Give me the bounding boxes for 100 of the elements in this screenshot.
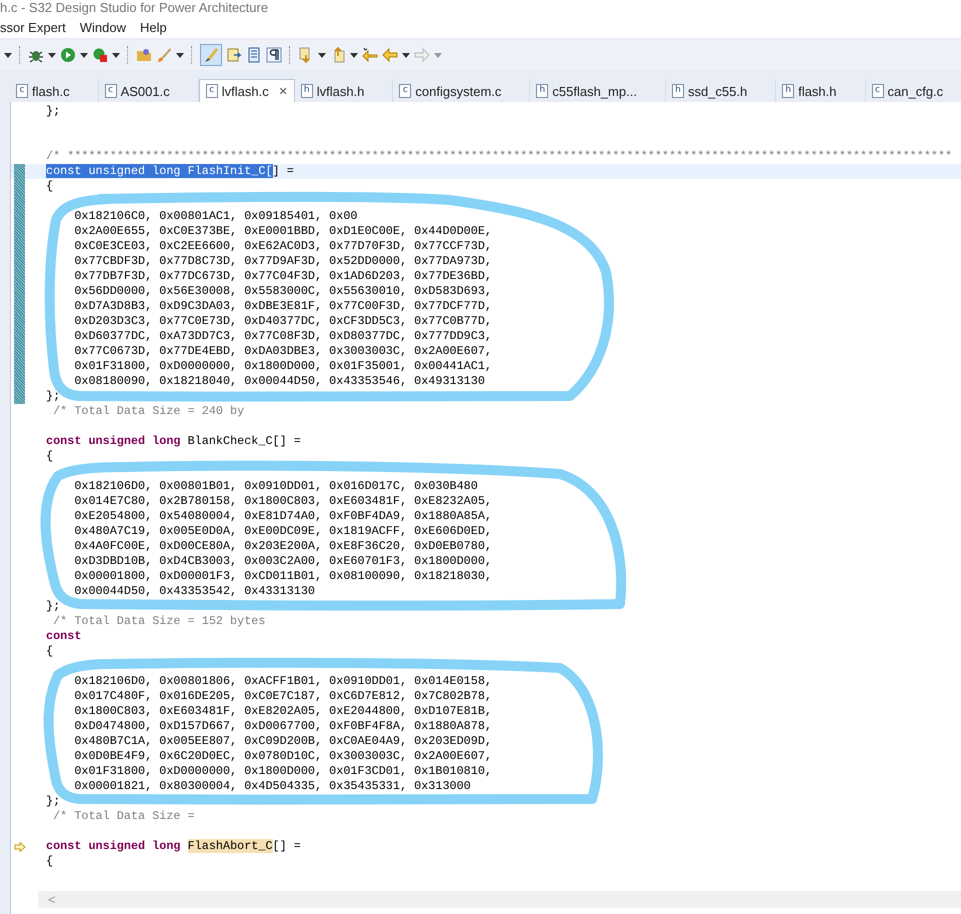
tab-label: c55flash_mp... [552, 84, 637, 98]
caret-icon[interactable] [4, 52, 12, 58]
folder-icon[interactable] [136, 47, 152, 63]
code-text: [] = [272, 839, 301, 853]
caret-icon[interactable] [112, 52, 120, 58]
paragraph-icon[interactable] [266, 47, 282, 63]
editor-tab[interactable]: c lvflash.c ✕ [198, 79, 295, 102]
file-icon: c [399, 84, 412, 98]
code-text: 0xE2054800, 0x54080004, 0xE81D74A0, 0xF0BF4DA9, 0x1880A85A, [73, 509, 492, 523]
caret-icon[interactable] [318, 52, 326, 58]
code-text: 0x01F31800, 0xD0000000, 0x1800D000, 0x01F35001, 0x00441AC1, [73, 359, 492, 373]
tab-label: AS001.c [120, 84, 170, 98]
code-text: { [46, 449, 54, 463]
range-indicator [14, 344, 25, 359]
range-indicator [14, 239, 25, 254]
range-indicator [14, 224, 25, 239]
range-indicator [14, 179, 25, 194]
code-text: 0x182106D0, 0x00801B01, 0x0910DD01, 0x016D017C, 0x030B480 [73, 479, 478, 493]
file-icon: h [672, 84, 684, 98]
range-indicator [14, 194, 25, 209]
code-text: 0x017C480F, 0x016DE205, 0xC0E7C187, 0xC6D7E812, 0x7C802B78, [73, 689, 492, 703]
arrow-icon [14, 842, 26, 852]
keyword-text: const unsigned long [46, 839, 182, 853]
code-text: 0x77DB7F3D, 0x77DC673D, 0x77C04F3D, 0x1AD6D203, 0x77DE36BD, [73, 269, 492, 283]
tab-label: flash.c [32, 84, 70, 98]
caret-icon[interactable] [48, 52, 56, 58]
menu-item[interactable]: Window [80, 20, 126, 34]
code-text: 0xD0474800, 0xD157D667, 0xD0067700, 0xF0BF4F8A, 0x1880A878, [73, 719, 492, 733]
code-text: 0xC0E3CE03, 0xC2EE6600, 0xE62AC0D3, 0x77D70F3D, 0x77CCF73D, [73, 239, 492, 253]
menu-item[interactable]: Help [140, 20, 167, 34]
file-icon: h [536, 84, 548, 98]
code-text: { [46, 644, 54, 658]
range-indicator [14, 374, 25, 389]
file-icon: c [104, 84, 117, 98]
document-icon[interactable] [246, 47, 262, 63]
code-text: 0x2A00E655, 0xC0E373BE, 0xE0001BBD, 0xD1E0C00E, 0x44D0D00E, [73, 224, 492, 238]
range-indicator [14, 389, 25, 404]
code-text: 0x56DD0000, 0x56E30008, 0x5583000C, 0x55630010, 0xD583D693, [73, 284, 492, 298]
keyword-text: const unsigned long [46, 434, 181, 448]
code-text: 0x4A0FC00E, 0xD00CE80A, 0x203E200A, 0xE8F36C20, 0xD0EB0780, [73, 539, 492, 553]
caret-icon[interactable] [80, 52, 88, 58]
code-text: ] = [272, 164, 294, 178]
code-text: 0x08180090, 0x18218040, 0x00044D50, 0x43353546, 0x49313130 [73, 374, 485, 388]
document-icon[interactable] [226, 47, 242, 63]
tab-label: configsystem.c [415, 84, 502, 98]
file-icon: c [872, 84, 884, 98]
code-text: 0xD3DBD10B, 0xD4CB3003, 0x003C2A00, 0xE60701F3, 0x1800D000, [73, 554, 492, 568]
range-indicator [14, 254, 25, 269]
run-icon[interactable] [60, 47, 76, 63]
code-text: }; [46, 599, 60, 613]
code-text: 0x00001821, 0x80300004, 0x4D504335, 0x35435331, 0x313000 [73, 779, 471, 793]
range-indicator [14, 299, 25, 314]
code-text: 0x00044D50, 0x43353542, 0x43313130 [73, 584, 316, 598]
code-text: }; [46, 794, 60, 808]
tab-label: ssd_c55.h [688, 84, 748, 98]
selected-text: const unsigned long FlashInit_C[ [46, 164, 273, 178]
range-indicator [14, 164, 25, 179]
file-icon: c [16, 84, 28, 98]
tab-label: flash.h [798, 84, 837, 98]
tab-label: lvflash.c [222, 84, 269, 98]
code-text: 0x480B7C1A, 0x005EE807, 0xC09D200B, 0xC0AE04A9, 0x203ED09D, [73, 734, 492, 748]
code-text: 0x77CBDF3D, 0x77D8C73D, 0x77D9AF3D, 0x52DD0000, 0x77DA973D, [73, 254, 492, 268]
close-tab-button[interactable]: ✕ [278, 84, 288, 98]
file-icon: h [300, 84, 313, 98]
code-text: 0xD203D3C3, 0x77C0E73D, 0xD40377DC, 0xCF3DD5C3, 0x77C0B77D, [73, 314, 492, 328]
range-indicator [14, 359, 25, 374]
code-text: 0x01F31800, 0xD0000000, 0x1800D000, 0x01F3CD01, 0x1B010810, [73, 764, 492, 778]
code-text: }; [46, 104, 60, 118]
code-text: 0x00001800, 0xD00001F3, 0xCD011B01, 0x08100090, 0x18218030, [73, 569, 492, 583]
range-indicator [14, 314, 25, 329]
code-text: 0xD7A3D8B3, 0xD9C3DA03, 0xDBE3E81F, 0x77C00F3D, 0x77DCF77D, [73, 299, 492, 313]
caret-icon[interactable] [176, 52, 184, 58]
menu-item[interactable]: ssor Expert [0, 20, 66, 34]
external-tools-icon[interactable] [92, 47, 108, 63]
code-text: 0x0D0BE4F9, 0x6C20D0EC, 0x0780D10C, 0x3003003C, 0x2A00E607, [73, 749, 492, 763]
comment-text: /* Total Data Size = 152 bytes [52, 614, 266, 628]
caret-icon[interactable] [402, 52, 410, 58]
range-indicator [14, 284, 25, 299]
tab-label: can_cfg.c [888, 84, 944, 98]
highlight-toggle-button[interactable] [200, 44, 222, 66]
highlighted-identifier: FlashAbort_C [188, 839, 273, 853]
code-text: 0x1800C803, 0xE603481F, 0xE8202A05, 0xE2044800, 0xD107E81B, [73, 704, 492, 718]
keyword-text: const [46, 629, 82, 643]
caret-icon[interactable] [350, 52, 358, 58]
window-title: h.c - S32 Design Studio for Power Architecture [0, 0, 961, 16]
code-text: 0xD60377DC, 0xA73DD7C3, 0x77C08F3D, 0xD80377DC, 0x777DD9C3, [73, 329, 492, 343]
range-indicator [14, 329, 25, 344]
tab-label: lvflash.h [316, 84, 364, 98]
code-text: }; [46, 389, 60, 403]
range-indicator [14, 269, 25, 284]
code-text: 0x014E7C80, 0x2B780158, 0x1800C803, 0xE603481F, 0xE8232A05, [73, 494, 492, 508]
code-text: 0x182106C0, 0x00801AC1, 0x09185401, 0x00 [73, 209, 358, 223]
code-text: 0x182106D0, 0x00801806, 0xACFF1B01, 0x0910DD01, 0x014E0158, [73, 674, 492, 688]
comment-text: /* Total Data Size = [52, 809, 195, 823]
code-text: 0x77C0673D, 0x77DE4EBD, 0xDA03DBE3, 0x3003003C, 0x2A00E607, [73, 344, 492, 358]
code-text: BlankCheck_C[] = [186, 434, 301, 448]
range-indicator [14, 209, 25, 224]
code-text: { [46, 179, 54, 193]
file-icon: h [782, 84, 794, 98]
code-text: 0x480A7C19, 0x005E0D0A, 0xE00DC09E, 0x1819ACFF, 0xE606D0ED, [73, 524, 492, 538]
